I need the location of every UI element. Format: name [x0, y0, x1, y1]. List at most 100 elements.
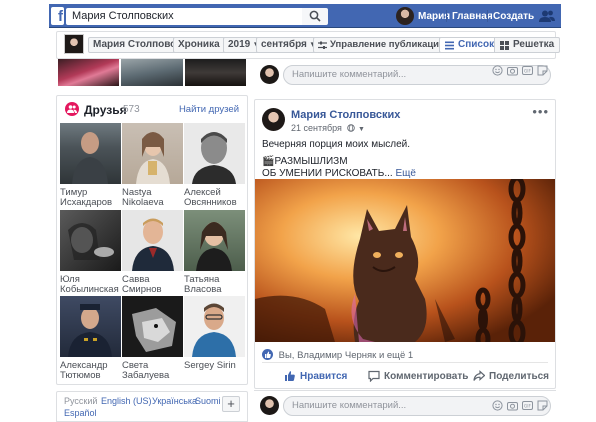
- friend-tile[interactable]: Савва Смирнов: [122, 210, 183, 295]
- post-date[interactable]: 21 сентября ▼: [291, 123, 365, 133]
- top-navigation-bar: f Мария Столповских Мария Главная Создат…: [49, 4, 561, 28]
- friend-photo[interactable]: [60, 296, 121, 357]
- friend-photo[interactable]: [184, 210, 245, 271]
- friend-photo[interactable]: [122, 296, 183, 357]
- list-view-label: Список: [458, 39, 495, 50]
- grid-view-label: Решетка: [513, 39, 555, 50]
- share-icon: [473, 370, 486, 381]
- friend-name[interactable]: Света Забалуева: [122, 361, 183, 381]
- list-view-button[interactable]: Список: [439, 37, 501, 53]
- comment-composer: Напишите комментарий... GIF: [254, 61, 556, 91]
- reactions-summary[interactable]: Вы, Владимир Черняк и ещё 1: [262, 349, 413, 361]
- friend-tile[interactable]: Тимур Исхакдаров: [60, 123, 121, 208]
- search-icon: [309, 10, 321, 22]
- more-options-icon[interactable]: •••: [532, 104, 549, 119]
- search-input[interactable]: Мария Столповских: [66, 8, 302, 25]
- create-link[interactable]: Создать: [493, 11, 534, 22]
- friend-tile[interactable]: Алексей Овсянников: [184, 123, 245, 208]
- camera-icon[interactable]: [507, 400, 518, 411]
- post-image[interactable]: [255, 179, 555, 342]
- friend-requests-icon[interactable]: [539, 10, 555, 22]
- sticker-icon[interactable]: [537, 400, 548, 411]
- camera-icon[interactable]: [507, 65, 518, 76]
- avatar[interactable]: [260, 396, 279, 415]
- language-link[interactable]: Español: [64, 408, 97, 418]
- profile-thumbnail[interactable]: [64, 34, 84, 54]
- friend-name[interactable]: Алексей Овсянников: [184, 188, 245, 208]
- friend-name[interactable]: Татьяна Власова: [184, 275, 245, 295]
- friend-name[interactable]: Nastya Nikolaeva: [122, 188, 183, 208]
- share-button[interactable]: Поделиться: [473, 370, 549, 382]
- breadcrumb-month-dropdown[interactable]: сентября▼: [256, 37, 322, 53]
- friend-tile[interactable]: Александр Тютюмов: [60, 296, 121, 381]
- svg-text:GIF: GIF: [524, 404, 531, 409]
- friend-name[interactable]: Александр Тютюмов: [60, 361, 121, 381]
- photo-thumbnail[interactable]: [184, 59, 246, 86]
- search-button[interactable]: [302, 8, 328, 25]
- divider: [487, 10, 488, 22]
- friend-tile[interactable]: Nastya Nikolaeva: [122, 123, 183, 208]
- post-text: Вечерняя порция моих мыслей. 🎬РАЗМЫШЛИЗМ…: [262, 139, 552, 181]
- friend-photo[interactable]: [184, 123, 245, 184]
- friends-title[interactable]: Друзья: [84, 103, 127, 117]
- facebook-logo-icon[interactable]: f: [51, 7, 64, 25]
- sticker-icon[interactable]: [537, 65, 548, 76]
- gif-icon[interactable]: GIF: [522, 400, 533, 411]
- see-more-link[interactable]: Ещё: [395, 168, 415, 179]
- comment-icon: [368, 370, 380, 383]
- divider: [446, 10, 447, 22]
- friends-count: 573: [123, 104, 140, 115]
- settings-sliders-icon: [318, 41, 327, 49]
- user-avatar[interactable]: [396, 7, 414, 25]
- add-language-button[interactable]: +: [222, 396, 240, 412]
- post-author-avatar[interactable]: [262, 108, 285, 131]
- thumbs-up-icon: [285, 371, 295, 381]
- like-button[interactable]: Нравится: [284, 370, 347, 382]
- comment-tools: GIF: [492, 65, 548, 76]
- friend-tile[interactable]: Татьяна Власова: [184, 210, 245, 295]
- emoji-icon[interactable]: [492, 400, 503, 411]
- photo-thumbnail[interactable]: [121, 59, 183, 86]
- svg-text:GIF: GIF: [524, 69, 531, 74]
- gif-icon[interactable]: GIF: [522, 65, 533, 76]
- friend-photo[interactable]: [122, 123, 183, 184]
- friend-photo[interactable]: [184, 296, 245, 357]
- friend-name[interactable]: Юля Кобылинская: [60, 275, 121, 295]
- divider: [262, 362, 548, 363]
- friend-tile[interactable]: Света Забалуева: [122, 296, 183, 381]
- friend-name[interactable]: Sergey Sirin: [184, 361, 245, 371]
- share-label: Поделиться: [489, 371, 550, 382]
- chevron-down-icon[interactable]: ▼: [358, 126, 365, 133]
- photo-thumbnail[interactable]: [58, 59, 120, 86]
- language-card: Русский English (US) Українська Suomi Es…: [56, 391, 248, 422]
- language-link[interactable]: English (US): [101, 396, 152, 406]
- post-text-line: 🎬РАЗМЫШЛИЗМ: [262, 155, 348, 167]
- friend-name[interactable]: Тимур Исхакдаров: [60, 188, 121, 208]
- like-label: Нравится: [300, 371, 348, 382]
- emoji-icon[interactable]: [492, 65, 503, 76]
- friend-photo[interactable]: [60, 210, 121, 271]
- post-date-label: 21 сентября: [291, 123, 342, 133]
- list-icon: [445, 41, 454, 50]
- language-link[interactable]: Українська: [152, 396, 197, 406]
- breadcrumb-year-label: 2019: [228, 39, 251, 50]
- avatar[interactable]: [260, 65, 279, 84]
- comment-tools: GIF: [492, 400, 548, 411]
- friend-name[interactable]: Савва Смирнов: [122, 275, 183, 295]
- grid-view-button[interactable]: Решетка: [494, 37, 561, 53]
- language-link[interactable]: Suomi: [195, 396, 221, 406]
- friend-photo[interactable]: [60, 123, 121, 184]
- post-text-line: Вечерняя порция моих мыслей.: [262, 139, 411, 150]
- reactions-text: Вы, Владимир Черняк и ещё 1: [278, 350, 414, 361]
- friend-photo[interactable]: [122, 210, 183, 271]
- post-author-name[interactable]: Мария Столповских: [291, 109, 400, 121]
- comment-button[interactable]: Комментировать: [368, 370, 468, 383]
- post-text-line-text: ОБ УМЕНИИ РИСКОВАТЬ...: [262, 168, 393, 179]
- grid-icon: [500, 41, 509, 50]
- friend-tile[interactable]: Sergey Sirin: [184, 296, 245, 371]
- friend-tile[interactable]: Юля Кобылинская: [60, 210, 121, 295]
- timeline-navigation-bar: Мария Столповских Хроника▼ 2019▼ сентябр…: [56, 31, 561, 59]
- find-friends-link[interactable]: Найти друзей: [179, 104, 239, 115]
- photos-strip: [56, 59, 248, 86]
- globe-icon: [347, 124, 356, 132]
